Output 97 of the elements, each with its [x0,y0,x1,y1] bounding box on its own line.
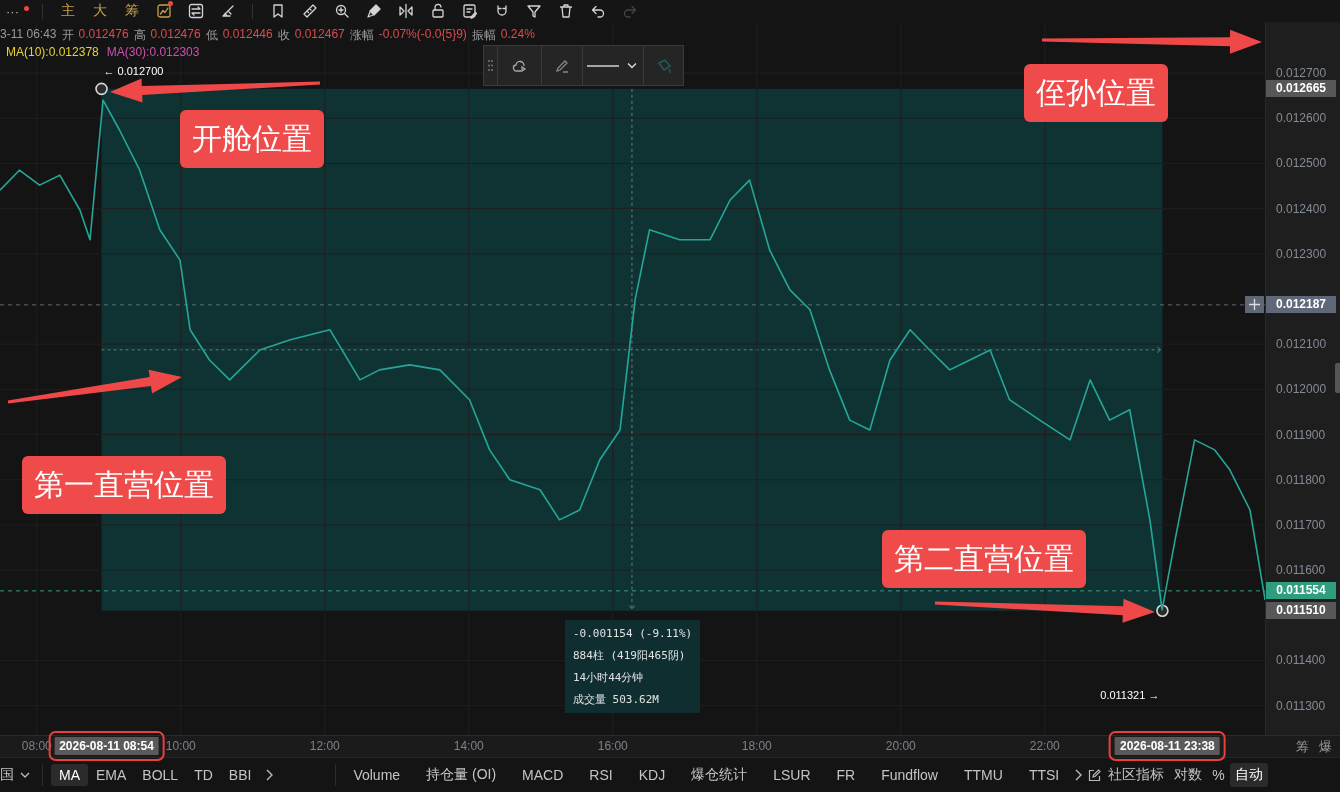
stats-text: -0.001154 (-9.11%) [572,625,692,642]
zoom-in-icon[interactable] [334,3,350,19]
price-tick-label: 0.012500 [1276,155,1327,172]
time-tick-label: 20:00 [885,739,916,753]
indicator-tab[interactable]: MA [51,764,88,786]
chevron-right-icon[interactable] [1074,769,1083,781]
legend-value: -0.07%(-0.0{5}9) [378,27,467,43]
swap-icon[interactable] [188,3,204,19]
collapse-handle[interactable] [1335,363,1340,393]
chart-option[interactable]: 对数 [1169,763,1208,787]
stats-text: 14小时44分钟 [572,669,645,686]
filter-icon[interactable] [526,3,542,19]
legend-value: 0.24% [500,27,535,43]
indicator-tab[interactable]: TTMU [951,764,1016,786]
time-tick-label: 22:00 [1029,739,1060,753]
indicator-tab[interactable]: TD [186,764,221,786]
price-tick-label: 0.012700 [1276,65,1327,82]
quick-button[interactable]: 主 [52,0,84,22]
high-price-label: ← 0.012700 [103,64,164,77]
price-marker: 0.012187 [1266,296,1336,314]
brush-icon[interactable] [366,3,382,19]
note-icon[interactable] [462,3,478,19]
chevron-right-icon[interactable] [265,769,274,781]
measure-icon[interactable] [220,3,236,19]
price-tick-label: 0.012100 [1276,336,1327,353]
chart-icon[interactable] [156,3,172,19]
legend-label: 高 [133,27,146,44]
caret-icon [20,771,30,779]
time-tick-label: 10:00 [165,739,196,753]
indicator-tab[interactable]: TTSI [1015,764,1073,786]
annotation-label: 侄孙位置 [1024,64,1168,122]
undo-icon[interactable] [590,3,606,19]
magnet-icon[interactable] [494,3,510,19]
mirror-icon[interactable] [398,3,414,19]
indicator-tab[interactable]: EMA [88,764,135,786]
indicator-tab[interactable]: RSI [576,764,626,786]
price-tick-label: 0.011600 [1276,562,1326,579]
price-marker: 0.011510 [1266,602,1336,620]
ma-value: MA(10):0.012378 [6,45,99,59]
price-tick-label: 0.012300 [1276,245,1327,262]
quick-button[interactable]: 大 [84,0,116,22]
lock-icon[interactable] [430,3,446,19]
time-tick-label: 18:00 [741,739,772,753]
price-tick-label: 0.011400 [1276,652,1326,669]
time-tick-label: 16:00 [597,739,628,753]
indicator-tab[interactable]: 持仓量 (OI) [413,763,510,787]
bookmark-icon[interactable] [270,3,286,19]
ruler-icon[interactable] [302,3,318,19]
indicator-tab[interactable]: KDJ [625,764,679,786]
low-price-label: 0.011321 → [1100,689,1160,702]
legend-label: 收 [277,27,290,44]
axis-option[interactable]: 爆 [1319,737,1332,756]
price-marker: 0.011554 [1266,582,1336,600]
price-tick-label: 0.012000 [1276,381,1327,398]
drag-handle-icon[interactable] [488,60,493,71]
indicator-tab[interactable]: BOLL [134,764,187,786]
price-tick-label: 0.011700 [1276,516,1326,533]
add-button[interactable] [1245,296,1264,314]
price-tick-label: 0.012600 [1276,110,1327,127]
legend-label: 低 [205,27,218,44]
legend-label: 涨幅 [349,27,374,44]
chart-option[interactable]: % [1207,764,1230,786]
price-tick-label: 0.011900 [1276,426,1326,443]
axis-option[interactable]: 筹 [1296,737,1309,756]
quick-button[interactable]: 筹 [116,0,148,22]
price-tick-label: 0.011300 [1276,697,1326,714]
legend-value: 0.012476 [78,27,129,43]
chart-option[interactable]: 社区指标 [1103,763,1170,787]
annotation-label: 第一直营位置 [22,456,226,514]
indicator-tab[interactable]: Volume [340,764,414,786]
stats-text: 成交量 503.62M [572,691,660,708]
indicator-tab[interactable]: Fundflow [868,764,951,786]
indicator-tab[interactable]: LSUR [760,764,824,786]
stats-text: 884柱 (419阳465阴) [572,647,687,664]
annotation-label: 开舱位置 [180,110,324,168]
chart-option[interactable]: 自动 [1229,763,1268,787]
price-marker: 0.012665 [1266,80,1336,98]
indicator-tab[interactable]: FR [823,764,869,786]
more-menu-button[interactable]: ··· [6,0,36,22]
indicator-tab[interactable]: MACD [509,764,577,786]
price-tick-label: 0.012400 [1276,200,1327,217]
legend-label: 开 [61,27,74,44]
legend-value: 0.012446 [222,27,273,43]
legend-value: 0.012476 [150,27,201,43]
indicator-tab[interactable]: 爆仓统计 [678,763,761,787]
bar-time: 3-11 06:43 [0,27,57,43]
indicator-tab[interactable]: BBI [220,764,260,786]
time-tick-label: 14:00 [453,739,484,753]
edit-icon[interactable] [1088,768,1102,782]
legend-value: 0.012467 [294,27,345,43]
period-dropdown[interactable]: 国 [0,763,34,787]
time-tick-label: 12:00 [309,739,340,753]
trash-icon[interactable] [558,3,574,19]
legend-label: 振幅 [471,27,496,44]
annotation-label: 第二直营位置 [882,530,1086,588]
price-tick-label: 0.011800 [1276,471,1326,488]
ma-value: MA(30):0.012303 [106,45,200,59]
